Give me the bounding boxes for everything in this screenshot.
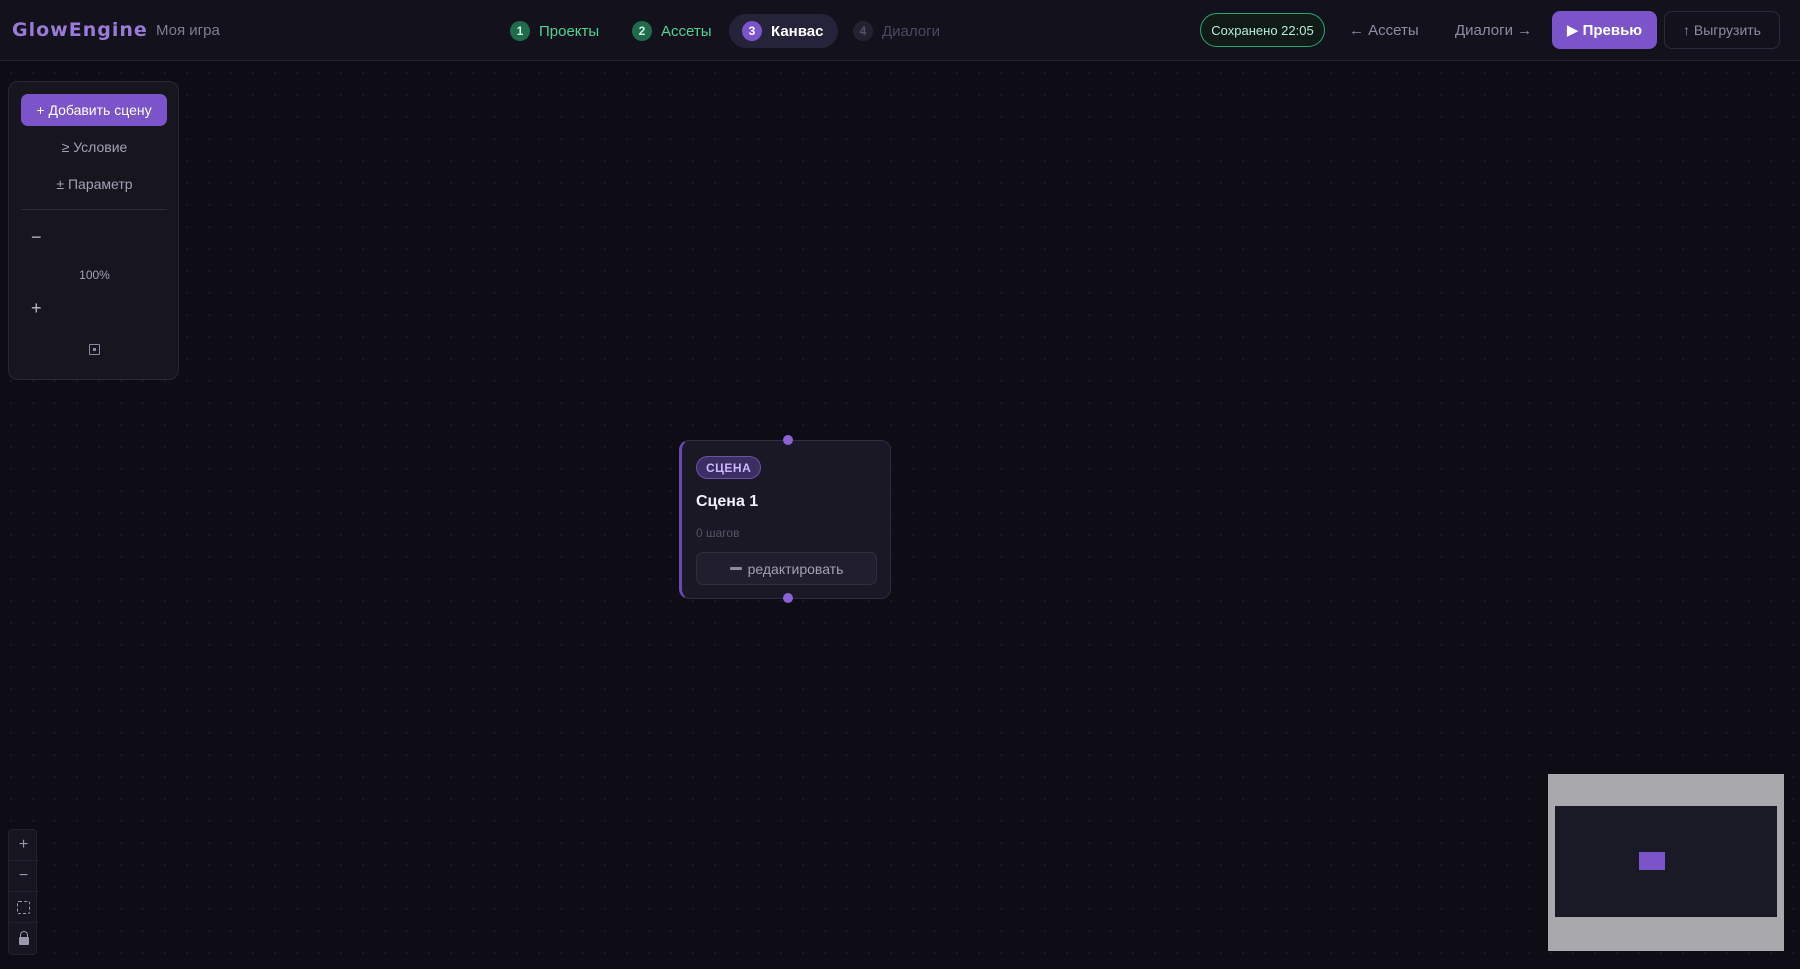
scene-badge: СЦЕНА bbox=[696, 456, 762, 479]
add-scene-button[interactable]: + Добавить сцену bbox=[21, 94, 167, 126]
scene-step-count: 0 шагов bbox=[696, 526, 740, 540]
add-condition-button[interactable]: ≥ Условие bbox=[9, 139, 180, 155]
add-parameter-button[interactable]: ± Параметр bbox=[9, 176, 180, 192]
step-number: 2 bbox=[632, 21, 652, 41]
fit-view-button[interactable] bbox=[9, 892, 38, 923]
zoom-level: 100% bbox=[79, 268, 110, 282]
zoom-in-button[interactable]: + bbox=[9, 830, 38, 861]
minimap-node bbox=[1639, 852, 1665, 870]
lock-button[interactable] bbox=[9, 923, 38, 954]
fullscreen-icon bbox=[17, 900, 30, 914]
fit-view-icon[interactable] bbox=[89, 344, 100, 355]
back-to-assets-link[interactable]: ← Ассеты bbox=[1349, 22, 1419, 39]
title-separator: · bbox=[139, 23, 144, 38]
edit-label: редактировать bbox=[747, 560, 844, 577]
scene-title: Сцена 1 bbox=[696, 493, 759, 510]
lock-icon bbox=[18, 931, 29, 945]
edit-scene-button[interactable]: редактировать bbox=[696, 552, 877, 585]
step-number: 1 bbox=[510, 21, 530, 41]
canvas-controls: + − bbox=[8, 829, 38, 955]
next-dialogs-link[interactable]: Диалоги → bbox=[1455, 22, 1532, 39]
step-label: Канвас bbox=[771, 22, 824, 40]
top-bar: GlowEngine · Моя игра 1 Проекты 2 Ассеты… bbox=[0, 0, 1800, 61]
saved-status-badge: Сохранено 22:05 bbox=[1200, 13, 1325, 47]
pencil-icon bbox=[729, 567, 742, 570]
step-projects[interactable]: 1 Проекты bbox=[497, 14, 614, 48]
project-name: Моя игра bbox=[156, 22, 220, 39]
step-number: 3 bbox=[742, 21, 762, 41]
minimap[interactable] bbox=[1548, 774, 1784, 951]
step-assets[interactable]: 2 Ассеты bbox=[619, 14, 727, 48]
preview-button[interactable]: ▶ Превью bbox=[1552, 11, 1657, 49]
input-port[interactable] bbox=[783, 435, 793, 445]
graph-canvas[interactable] bbox=[0, 62, 1800, 969]
minimap-viewport[interactable] bbox=[1555, 806, 1777, 917]
step-dialogs[interactable]: 4 Диалоги bbox=[840, 14, 955, 48]
step-number: 4 bbox=[853, 21, 873, 41]
app-logo[interactable]: GlowEngine bbox=[12, 19, 148, 41]
zoom-out-button[interactable]: − bbox=[9, 861, 38, 892]
panel-zoom-in-button[interactable]: + bbox=[31, 298, 42, 319]
step-label: Проекты bbox=[539, 22, 600, 40]
step-label: Диалоги bbox=[882, 22, 940, 40]
scene-node[interactable]: СЦЕНА Сцена 1 0 шагов редактировать bbox=[679, 435, 891, 603]
panel-divider bbox=[21, 209, 167, 210]
export-button[interactable]: ↑ Выгрузить bbox=[1664, 11, 1780, 49]
output-port[interactable] bbox=[783, 593, 793, 603]
step-label: Ассеты bbox=[661, 22, 712, 40]
panel-zoom-out-button[interactable]: − bbox=[31, 227, 42, 248]
step-canvas[interactable]: 3 Канвас bbox=[729, 14, 839, 48]
tool-panel: + Добавить сцену ≥ Условие ± Параметр − … bbox=[8, 81, 179, 380]
